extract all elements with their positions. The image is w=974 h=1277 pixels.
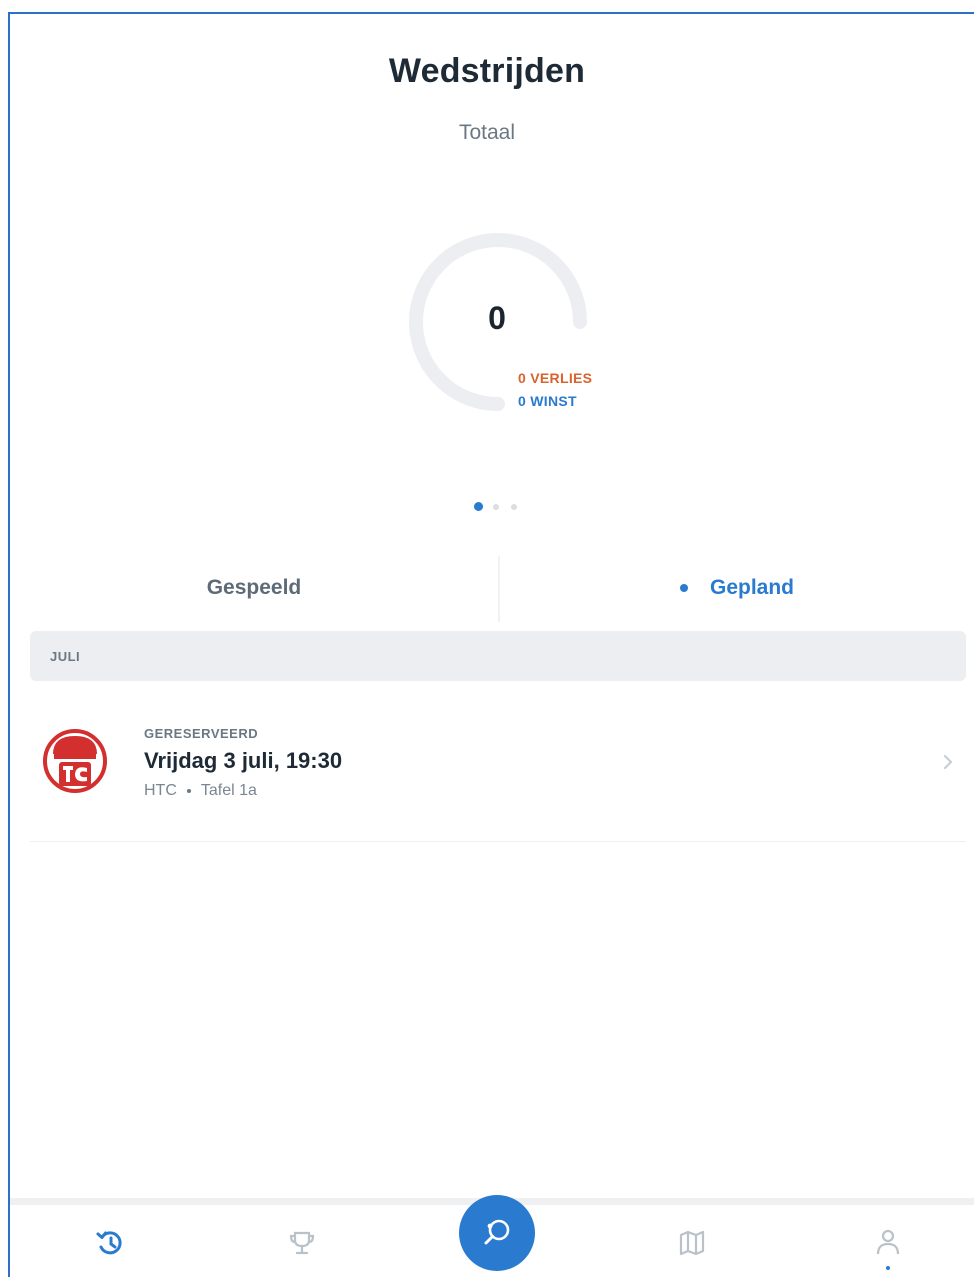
match-tabs: Gespeeld Gepland [10,550,974,625]
history-icon [96,1231,122,1255]
match-location: HTC Tafel 1a [144,782,257,800]
play-match-button[interactable] [459,1195,535,1271]
tab-played[interactable]: Gespeeld [10,550,498,625]
page-dot[interactable] [493,504,499,510]
page-dot-active[interactable] [474,502,483,511]
notification-dot [886,1266,890,1270]
nav-trophies[interactable] [284,1225,320,1261]
page-title: Wedstrijden [388,52,586,90]
nav-history[interactable] [92,1225,128,1261]
reservation-status: GERESERVEERD [144,726,259,741]
tab-label: Gespeeld [206,575,302,599]
month-section-header: JULI [30,631,966,681]
ping-pong-icon [484,1219,510,1245]
match-list-item[interactable]: GERESERVEERD Vrijdag 3 juli, 19:30 HTC T… [30,700,966,842]
trophy-icon [289,1231,315,1255]
summary-period-label: Totaal [458,121,516,144]
table-name: Tafel 1a [200,782,257,799]
club-name: HTC [144,782,177,799]
tab-planned[interactable]: Gepland [500,550,974,625]
match-datetime: Vrijdag 3 juli, 19:30 [144,748,343,773]
page-dot[interactable] [511,504,517,510]
nav-map[interactable] [674,1225,710,1261]
chevron-right-icon [944,755,953,769]
month-label: JULI [50,648,81,664]
separator-dot [186,789,191,793]
profile-icon [876,1229,900,1255]
total-matches-count: 0 [488,300,506,336]
active-tab-indicator [679,583,688,592]
club-logo [42,728,108,794]
bottom-navigation [10,1195,974,1277]
map-icon [679,1230,705,1256]
nav-profile[interactable] [870,1225,906,1270]
losses-label: 0 VERLIES [518,370,593,386]
tab-label: Gepland [709,575,794,599]
wins-label: 0 WINST [518,393,577,409]
